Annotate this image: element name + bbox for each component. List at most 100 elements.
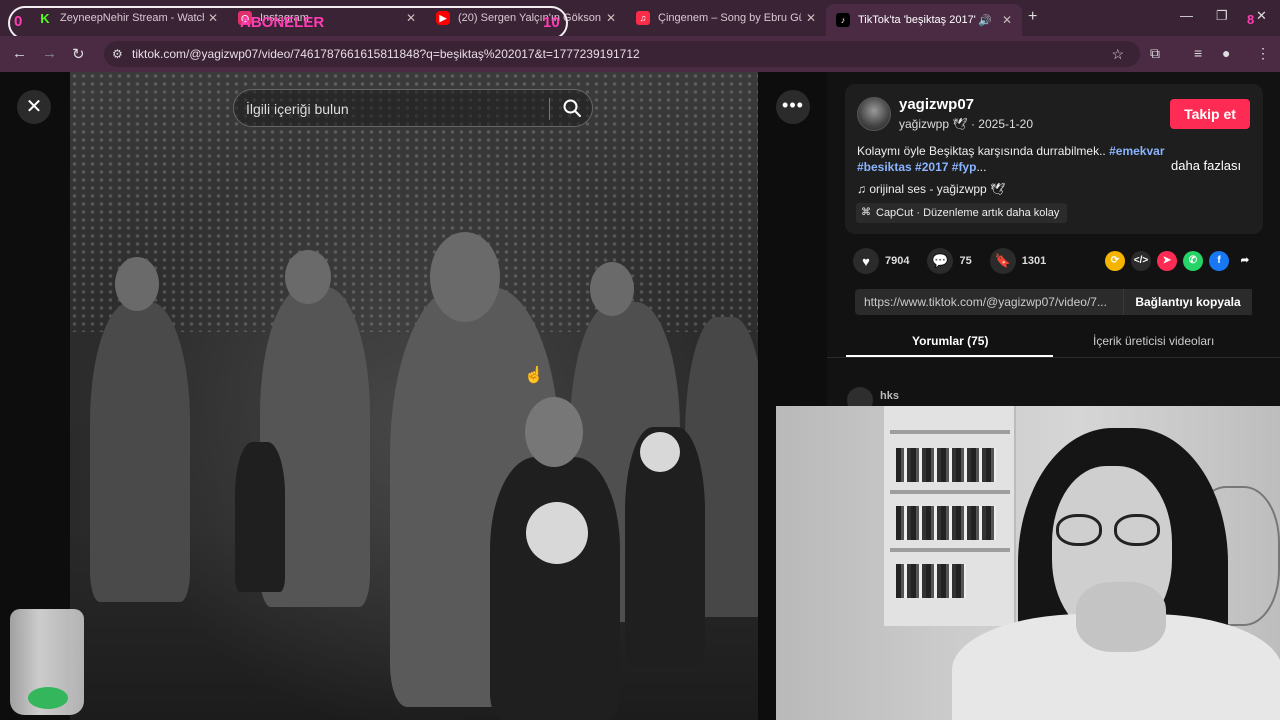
author-avatar[interactable] bbox=[857, 97, 891, 131]
sound-title: orijinal ses - yağizwpp bbox=[869, 182, 987, 196]
site-settings-icon[interactable]: ⚙ bbox=[112, 41, 123, 67]
address-toolbar: ← → ↻ ⚙ tiktok.com/@yagizwp07/video/7461… bbox=[0, 36, 1280, 72]
embed-icon[interactable]: </> bbox=[1131, 251, 1151, 271]
child-head bbox=[525, 397, 583, 467]
post-info-card: yagizwp07 yağizwpp 🕊 · 2025-1-20 Takip e… bbox=[845, 84, 1263, 234]
like-button[interactable]: ♥ 7904 bbox=[853, 248, 909, 274]
send-to-friends-icon[interactable]: ➤ bbox=[1157, 251, 1177, 271]
player-head bbox=[430, 232, 500, 322]
tab-creator-videos[interactable]: İçerik üreticisi videoları bbox=[1093, 334, 1214, 348]
url-bar[interactable]: ⚙ tiktok.com/@yagizwp07/video/7461787661… bbox=[104, 41, 1140, 67]
hashtag-link[interactable]: #2017 bbox=[915, 160, 948, 174]
subscriber-corner-count: 8 bbox=[1247, 12, 1255, 27]
share-link-text[interactable]: https://www.tiktok.com/@yagizwp07/video/… bbox=[864, 295, 1114, 309]
sound-link[interactable]: ♫ orijinal ses - yağizwpp 🕊 bbox=[857, 182, 1005, 196]
player-head bbox=[285, 250, 331, 304]
bookshelf bbox=[884, 406, 1016, 626]
close-video-button[interactable]: ✕ bbox=[17, 90, 51, 124]
follow-button[interactable]: Takip et bbox=[1170, 99, 1250, 129]
related-search-box[interactable] bbox=[233, 89, 593, 127]
forward-icon[interactable]: → bbox=[42, 45, 57, 62]
author-subline: yağizwpp 🕊 · 2025-1-20 bbox=[899, 117, 1033, 131]
capcut-icon: ⌘ bbox=[861, 207, 871, 218]
more-link[interactable]: daha fazlası bbox=[1171, 158, 1241, 173]
profile-avatar-icon[interactable]: ● bbox=[1222, 45, 1230, 61]
shelf-board bbox=[890, 430, 1010, 434]
extensions-icon[interactable]: ⧉ bbox=[1150, 45, 1160, 62]
tab-apple-music[interactable]: ♫ Çingenem – Song by Ebru Günd ✕ bbox=[626, 4, 826, 32]
bird-emoji-icon: 🕊 bbox=[952, 117, 968, 131]
books-row bbox=[896, 564, 966, 598]
author-display-name[interactable]: yağizwpp bbox=[899, 117, 949, 131]
shelf-board bbox=[890, 548, 1010, 552]
window-close-icon[interactable]: ✕ bbox=[1256, 8, 1267, 24]
player-figure bbox=[90, 302, 190, 602]
browser-menu-icon[interactable]: ⋮ bbox=[1256, 45, 1270, 62]
apple-music-icon: ♫ bbox=[636, 11, 650, 25]
candy-jar-widget bbox=[10, 609, 84, 715]
whatsapp-icon[interactable]: ✆ bbox=[1183, 251, 1203, 271]
minimize-icon[interactable]: — bbox=[1180, 8, 1193, 23]
copy-link-button[interactable]: Bağlantıyı kopyala bbox=[1123, 289, 1252, 315]
facebook-icon[interactable]: f bbox=[1209, 251, 1229, 271]
new-tab-button[interactable]: + bbox=[1028, 8, 1037, 26]
champions-star-logo bbox=[526, 502, 588, 564]
media-control-icon[interactable]: ≡ bbox=[1194, 45, 1202, 61]
comment-username[interactable]: hks bbox=[880, 390, 899, 402]
share-buttons: ⟳ </> ➤ ✆ f ➦ bbox=[1099, 251, 1255, 271]
save-button[interactable]: 🔖 1301 bbox=[989, 248, 1047, 274]
tab-close-icon[interactable]: ✕ bbox=[602, 11, 620, 25]
post-date: 2025-1-20 bbox=[978, 117, 1034, 131]
reload-icon[interactable]: ↻ bbox=[72, 45, 85, 63]
comment-button[interactable]: 💬 75 bbox=[927, 248, 972, 274]
restore-icon[interactable]: ❐ bbox=[1216, 8, 1228, 24]
capcut-text: CapCut · Düzenleme artık daha kolay bbox=[876, 207, 1060, 219]
child-mascot bbox=[235, 442, 285, 592]
comment-count: 75 bbox=[959, 255, 972, 267]
streamer-hand bbox=[1076, 582, 1166, 652]
tab-close-icon[interactable]: ✕ bbox=[802, 11, 820, 25]
hashtag-link[interactable]: #emekvar bbox=[1109, 144, 1164, 158]
tab-title: Çingenem – Song by Ebru Günd bbox=[658, 12, 802, 24]
author-username[interactable]: yagizwp07 bbox=[899, 96, 974, 113]
capcut-badge[interactable]: ⌘ CapCut · Düzenleme artık daha kolay bbox=[856, 203, 1068, 223]
hashtag-link[interactable]: #fyp bbox=[952, 160, 977, 174]
bookmark-star-icon[interactable]: ☆ bbox=[1111, 41, 1124, 67]
subscriber-start-count: 0 bbox=[14, 13, 23, 30]
save-count: 1301 bbox=[1021, 255, 1047, 267]
tab-title: TikTok'ta 'beşiktaş 2017' bu bbox=[858, 14, 979, 26]
hashtag-link[interactable]: #besiktas bbox=[857, 160, 912, 174]
kick-candy-icon bbox=[28, 687, 68, 709]
audio-playing-icon[interactable]: 🔊 bbox=[978, 14, 992, 27]
heart-icon: ♥ bbox=[853, 248, 879, 274]
music-note-icon: ♫ bbox=[857, 182, 870, 196]
search-icon[interactable] bbox=[562, 98, 582, 118]
share-arrow-icon[interactable]: ➦ bbox=[1235, 251, 1255, 271]
share-link-row: https://www.tiktok.com/@yagizwp07/video/… bbox=[855, 289, 1252, 315]
comment-icon: 💬 bbox=[927, 248, 954, 274]
bookmark-icon: 🔖 bbox=[989, 248, 1016, 274]
player-head bbox=[115, 257, 159, 311]
post-caption: Kolaymı öyle Beşiktaş karşısında durrabi… bbox=[857, 143, 1167, 175]
tab-close-icon[interactable]: ✕ bbox=[998, 13, 1016, 27]
back-icon[interactable]: ← bbox=[12, 45, 27, 62]
tab-tiktok[interactable]: ♪ TikTok'ta 'beşiktaş 2017' bu 🔊 ✕ bbox=[826, 4, 1022, 36]
engagement-stats: ♥ 7904 💬 75 🔖 1301 bbox=[853, 248, 1064, 274]
player-head bbox=[590, 262, 634, 316]
url-text: tiktok.com/@yagizwp07/video/746178766161… bbox=[132, 47, 640, 61]
bird-emoji-icon: 🕊 bbox=[990, 182, 1006, 196]
caption-text: Kolaymı öyle Beşiktaş karşısında durrabi… bbox=[857, 144, 1106, 158]
panel-tabs: Yorumlar (75) İçerik üreticisi videoları bbox=[827, 326, 1280, 358]
search-input[interactable] bbox=[246, 98, 536, 120]
active-tab-indicator bbox=[846, 355, 1053, 357]
subscriber-goal-count: 10 bbox=[543, 14, 560, 31]
tab-comments[interactable]: Yorumlar (75) bbox=[912, 334, 988, 348]
mouse-pointer-icon: ☝ bbox=[524, 367, 544, 384]
caption-ellipsis: ... bbox=[976, 160, 987, 174]
champions-star-logo bbox=[640, 432, 680, 472]
repost-icon[interactable]: ⟳ bbox=[1105, 251, 1125, 271]
more-options-icon[interactable]: ••• bbox=[776, 90, 810, 124]
shelf-board bbox=[890, 490, 1010, 494]
tiktok-icon: ♪ bbox=[836, 13, 850, 27]
video-player[interactable] bbox=[70, 72, 758, 720]
